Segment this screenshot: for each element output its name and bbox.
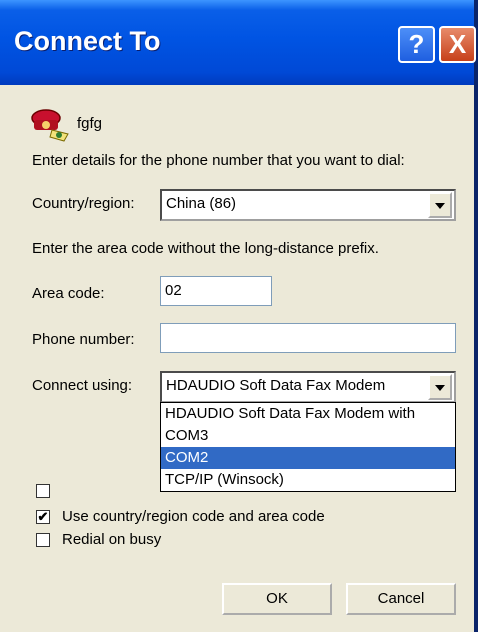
country-value: China (86) bbox=[166, 195, 237, 212]
area-code-label: Area code: bbox=[32, 285, 105, 302]
detect-carrier-loss-checkbox[interactable] bbox=[36, 484, 50, 498]
window-title: Connect To bbox=[14, 26, 161, 56]
phone-number-input[interactable] bbox=[160, 323, 456, 353]
device-option[interactable]: COM3 bbox=[161, 425, 455, 447]
connect-using-value: HDAUDIO Soft Data Fax Modem bbox=[166, 377, 386, 394]
device-option-selected[interactable]: COM2 bbox=[161, 447, 455, 469]
country-select[interactable]: China (86) bbox=[160, 189, 456, 221]
connect-using-select[interactable]: HDAUDIO Soft Data Fax Modem bbox=[160, 371, 456, 403]
country-dropdown-button[interactable] bbox=[428, 192, 452, 218]
instructions-text: Enter details for the phone number that … bbox=[32, 152, 405, 169]
area-code-input[interactable]: 02 bbox=[160, 276, 272, 306]
connect-using-label: Connect using: bbox=[32, 377, 133, 394]
device-option[interactable]: HDAUDIO Soft Data Fax Modem with bbox=[161, 403, 455, 425]
area-code-note: Enter the area code without the long-dis… bbox=[32, 240, 379, 257]
close-button[interactable]: X bbox=[439, 26, 476, 63]
device-option[interactable]: TCP/IP (Winsock) bbox=[161, 469, 455, 491]
use-country-code-label: Use country/region code and area code bbox=[62, 508, 325, 525]
ok-button[interactable]: OK bbox=[222, 583, 332, 615]
connect-using-dropdown-list[interactable]: HDAUDIO Soft Data Fax Modem with COM3 CO… bbox=[160, 402, 456, 492]
redial-on-busy-label: Redial on busy bbox=[62, 531, 162, 548]
redial-on-busy-checkbox[interactable] bbox=[36, 533, 50, 547]
phone-number-label: Phone number: bbox=[32, 331, 135, 348]
connect-to-dialog: Connect To ? X fgfg Enter details for th… bbox=[0, 0, 478, 632]
chevron-down-icon bbox=[435, 385, 445, 391]
cancel-button[interactable]: Cancel bbox=[346, 583, 456, 615]
use-country-code-checkbox[interactable]: ✔ bbox=[36, 510, 50, 524]
title-bar[interactable]: Connect To ? X bbox=[0, 0, 476, 85]
chevron-down-icon bbox=[435, 203, 445, 209]
telephone-icon bbox=[31, 109, 69, 142]
help-button[interactable]: ? bbox=[398, 26, 435, 63]
country-label: Country/region: bbox=[32, 195, 135, 212]
connect-using-dropdown-button[interactable] bbox=[428, 374, 452, 400]
close-icon: X bbox=[448, 29, 467, 59]
help-icon: ? bbox=[408, 29, 425, 59]
connection-name: fgfg bbox=[77, 115, 103, 132]
